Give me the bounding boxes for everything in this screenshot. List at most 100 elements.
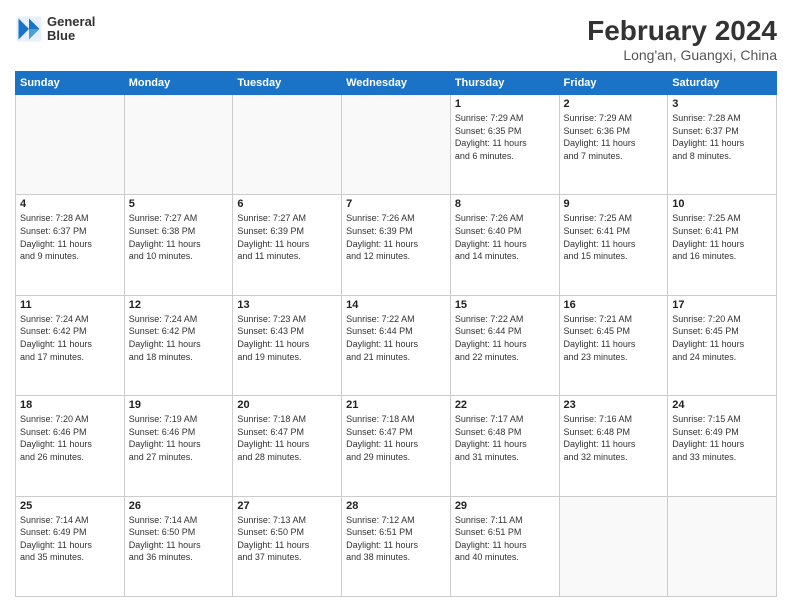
week-row-3: 18 Sunrise: 7:20 AM Sunset: 6:46 PM Dayli… xyxy=(16,396,777,496)
title-block: February 2024 Long'an, Guangxi, China xyxy=(587,15,777,63)
table-row: 10 Sunrise: 7:25 AM Sunset: 6:41 PM Dayli… xyxy=(668,195,777,295)
day-info: Sunrise: 7:29 AM Sunset: 6:36 PM Dayligh… xyxy=(564,112,664,162)
table-row xyxy=(16,95,125,195)
day-info: Sunrise: 7:14 AM Sunset: 6:50 PM Dayligh… xyxy=(129,514,229,564)
day-number: 1 xyxy=(455,98,555,110)
main-title: February 2024 xyxy=(587,15,777,47)
day-number: 26 xyxy=(129,500,229,512)
day-info: Sunrise: 7:17 AM Sunset: 6:48 PM Dayligh… xyxy=(455,413,555,463)
day-info: Sunrise: 7:22 AM Sunset: 6:44 PM Dayligh… xyxy=(455,313,555,363)
logo: General Blue xyxy=(15,15,95,44)
day-info: Sunrise: 7:29 AM Sunset: 6:35 PM Dayligh… xyxy=(455,112,555,162)
table-row: 17 Sunrise: 7:20 AM Sunset: 6:45 PM Dayli… xyxy=(668,295,777,395)
table-row: 24 Sunrise: 7:15 AM Sunset: 6:49 PM Dayli… xyxy=(668,396,777,496)
table-row: 26 Sunrise: 7:14 AM Sunset: 6:50 PM Dayli… xyxy=(124,496,233,596)
day-info: Sunrise: 7:18 AM Sunset: 6:47 PM Dayligh… xyxy=(237,413,337,463)
table-row: 23 Sunrise: 7:16 AM Sunset: 6:48 PM Dayli… xyxy=(559,396,668,496)
day-number: 9 xyxy=(564,198,664,210)
week-row-2: 11 Sunrise: 7:24 AM Sunset: 6:42 PM Dayli… xyxy=(16,295,777,395)
table-row: 5 Sunrise: 7:27 AM Sunset: 6:38 PM Daylig… xyxy=(124,195,233,295)
day-number: 24 xyxy=(672,399,772,411)
day-info: Sunrise: 7:23 AM Sunset: 6:43 PM Dayligh… xyxy=(237,313,337,363)
day-number: 11 xyxy=(20,299,120,311)
weekday-monday: Monday xyxy=(124,72,233,95)
calendar-header: SundayMondayTuesdayWednesdayThursdayFrid… xyxy=(16,72,777,95)
table-row: 27 Sunrise: 7:13 AM Sunset: 6:50 PM Dayli… xyxy=(233,496,342,596)
table-row: 18 Sunrise: 7:20 AM Sunset: 6:46 PM Dayli… xyxy=(16,396,125,496)
day-number: 5 xyxy=(129,198,229,210)
day-info: Sunrise: 7:18 AM Sunset: 6:47 PM Dayligh… xyxy=(346,413,446,463)
day-number: 12 xyxy=(129,299,229,311)
day-number: 16 xyxy=(564,299,664,311)
table-row: 12 Sunrise: 7:24 AM Sunset: 6:42 PM Dayli… xyxy=(124,295,233,395)
day-info: Sunrise: 7:20 AM Sunset: 6:45 PM Dayligh… xyxy=(672,313,772,363)
day-number: 7 xyxy=(346,198,446,210)
day-info: Sunrise: 7:22 AM Sunset: 6:44 PM Dayligh… xyxy=(346,313,446,363)
weekday-tuesday: Tuesday xyxy=(233,72,342,95)
day-info: Sunrise: 7:20 AM Sunset: 6:46 PM Dayligh… xyxy=(20,413,120,463)
day-number: 15 xyxy=(455,299,555,311)
table-row: 4Sunrise: 7:28 AM Sunset: 6:37 PM Daylig… xyxy=(16,195,125,295)
day-info: Sunrise: 7:19 AM Sunset: 6:46 PM Dayligh… xyxy=(129,413,229,463)
table-row: 3Sunrise: 7:28 AM Sunset: 6:37 PM Daylig… xyxy=(668,95,777,195)
table-row: 19 Sunrise: 7:19 AM Sunset: 6:46 PM Dayli… xyxy=(124,396,233,496)
day-info: Sunrise: 7:27 AM Sunset: 6:38 PM Dayligh… xyxy=(129,212,229,262)
day-number: 20 xyxy=(237,399,337,411)
table-row xyxy=(233,95,342,195)
table-row: 6Sunrise: 7:27 AM Sunset: 6:39 PM Daylig… xyxy=(233,195,342,295)
page: General Blue February 2024 Long'an, Guan… xyxy=(0,0,792,612)
week-row-4: 25 Sunrise: 7:14 AM Sunset: 6:49 PM Dayli… xyxy=(16,496,777,596)
logo-icon xyxy=(15,15,43,43)
day-info: Sunrise: 7:24 AM Sunset: 6:42 PM Dayligh… xyxy=(129,313,229,363)
day-number: 19 xyxy=(129,399,229,411)
weekday-sunday: Sunday xyxy=(16,72,125,95)
day-info: Sunrise: 7:21 AM Sunset: 6:45 PM Dayligh… xyxy=(564,313,664,363)
day-info: Sunrise: 7:26 AM Sunset: 6:39 PM Dayligh… xyxy=(346,212,446,262)
table-row: 13 Sunrise: 7:23 AM Sunset: 6:43 PM Dayli… xyxy=(233,295,342,395)
day-number: 17 xyxy=(672,299,772,311)
table-row: 1 Sunrise: 7:29 AM Sunset: 6:35 PM Daylig… xyxy=(450,95,559,195)
day-info: Sunrise: 7:15 AM Sunset: 6:49 PM Dayligh… xyxy=(672,413,772,463)
day-info: Sunrise: 7:13 AM Sunset: 6:50 PM Dayligh… xyxy=(237,514,337,564)
day-info: Sunrise: 7:16 AM Sunset: 6:48 PM Dayligh… xyxy=(564,413,664,463)
day-number: 23 xyxy=(564,399,664,411)
day-info: Sunrise: 7:25 AM Sunset: 6:41 PM Dayligh… xyxy=(672,212,772,262)
logo-line2: Blue xyxy=(47,29,95,43)
weekday-thursday: Thursday xyxy=(450,72,559,95)
weekday-wednesday: Wednesday xyxy=(342,72,451,95)
table-row xyxy=(559,496,668,596)
day-info: Sunrise: 7:26 AM Sunset: 6:40 PM Dayligh… xyxy=(455,212,555,262)
table-row: 15 Sunrise: 7:22 AM Sunset: 6:44 PM Dayli… xyxy=(450,295,559,395)
day-info: Sunrise: 7:11 AM Sunset: 6:51 PM Dayligh… xyxy=(455,514,555,564)
day-info: Sunrise: 7:27 AM Sunset: 6:39 PM Dayligh… xyxy=(237,212,337,262)
table-row: 21Sunrise: 7:18 AM Sunset: 6:47 PM Dayli… xyxy=(342,396,451,496)
table-row xyxy=(668,496,777,596)
day-number: 13 xyxy=(237,299,337,311)
table-row: 2 Sunrise: 7:29 AM Sunset: 6:36 PM Daylig… xyxy=(559,95,668,195)
calendar-body: 1 Sunrise: 7:29 AM Sunset: 6:35 PM Daylig… xyxy=(16,95,777,597)
day-number: 8 xyxy=(455,198,555,210)
table-row: 25 Sunrise: 7:14 AM Sunset: 6:49 PM Dayli… xyxy=(16,496,125,596)
day-info: Sunrise: 7:24 AM Sunset: 6:42 PM Dayligh… xyxy=(20,313,120,363)
day-info: Sunrise: 7:25 AM Sunset: 6:41 PM Dayligh… xyxy=(564,212,664,262)
table-row: 14Sunrise: 7:22 AM Sunset: 6:44 PM Dayli… xyxy=(342,295,451,395)
day-info: Sunrise: 7:28 AM Sunset: 6:37 PM Dayligh… xyxy=(20,212,120,262)
table-row xyxy=(342,95,451,195)
day-info: Sunrise: 7:12 AM Sunset: 6:51 PM Dayligh… xyxy=(346,514,446,564)
day-number: 18 xyxy=(20,399,120,411)
day-number: 25 xyxy=(20,500,120,512)
table-row xyxy=(124,95,233,195)
week-row-0: 1 Sunrise: 7:29 AM Sunset: 6:35 PM Daylig… xyxy=(16,95,777,195)
weekday-saturday: Saturday xyxy=(668,72,777,95)
week-row-1: 4Sunrise: 7:28 AM Sunset: 6:37 PM Daylig… xyxy=(16,195,777,295)
day-number: 10 xyxy=(672,198,772,210)
day-number: 27 xyxy=(237,500,337,512)
day-number: 2 xyxy=(564,98,664,110)
day-number: 29 xyxy=(455,500,555,512)
table-row: 20 Sunrise: 7:18 AM Sunset: 6:47 PM Dayli… xyxy=(233,396,342,496)
day-info: Sunrise: 7:28 AM Sunset: 6:37 PM Dayligh… xyxy=(672,112,772,162)
day-info: Sunrise: 7:14 AM Sunset: 6:49 PM Dayligh… xyxy=(20,514,120,564)
day-number: 22 xyxy=(455,399,555,411)
table-row: 28Sunrise: 7:12 AM Sunset: 6:51 PM Dayli… xyxy=(342,496,451,596)
table-row: 22 Sunrise: 7:17 AM Sunset: 6:48 PM Dayli… xyxy=(450,396,559,496)
